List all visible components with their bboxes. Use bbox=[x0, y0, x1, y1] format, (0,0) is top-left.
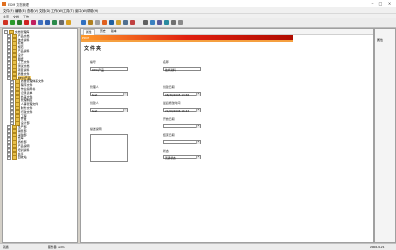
settings-icon[interactable] bbox=[178, 20, 183, 25]
maximize-icon[interactable]: □ bbox=[377, 1, 384, 6]
code-label: 编号 bbox=[90, 60, 96, 64]
manager-value: test bbox=[92, 93, 98, 97]
created-label: 创建日期 bbox=[163, 85, 175, 89]
expand-icon[interactable]: + bbox=[7, 155, 11, 160]
created-value: 08/30/2005 13:58 bbox=[165, 93, 190, 97]
lookup-icon[interactable]: … bbox=[122, 109, 127, 113]
lock-icon[interactable] bbox=[88, 20, 93, 25]
manager-field[interactable]: test … bbox=[90, 92, 128, 97]
description-textarea[interactable] bbox=[90, 134, 128, 162]
import-icon[interactable] bbox=[109, 20, 114, 25]
right-panel-label: 属性 bbox=[377, 38, 384, 42]
calendar-icon[interactable]: ▾ bbox=[195, 125, 200, 129]
code-field[interactable]: DECI产品 bbox=[90, 67, 128, 72]
creator-field[interactable]: test … bbox=[90, 108, 128, 113]
close-icon[interactable]: × bbox=[386, 1, 393, 6]
description-label: 描述说明 bbox=[90, 127, 102, 131]
start-label: 开始日期 bbox=[163, 117, 175, 121]
end-label: 结束日期 bbox=[163, 133, 175, 137]
flag-icon[interactable] bbox=[130, 20, 135, 25]
start-field[interactable]: ▾ bbox=[163, 124, 201, 129]
toolbar bbox=[0, 18, 396, 28]
folder-icon bbox=[11, 155, 17, 160]
end-field[interactable]: ▾ bbox=[163, 140, 201, 145]
mail-icon[interactable] bbox=[116, 20, 121, 25]
export-icon[interactable] bbox=[102, 20, 107, 25]
banner-logo: EDM bbox=[82, 35, 89, 40]
folder-icon[interactable] bbox=[66, 20, 71, 25]
calendar-icon[interactable]: ▾ bbox=[195, 93, 200, 97]
banner-underline bbox=[81, 40, 293, 42]
creator-value: test bbox=[92, 109, 98, 113]
content-pane: 属性 历史 版本 EDM 文件夹 编号 DECI产品 名称 技术资料 管理人 t… bbox=[80, 28, 374, 243]
modified-field[interactable]: 21/09/2006 16:43 ▾ bbox=[163, 108, 201, 113]
unlock-icon[interactable] bbox=[95, 20, 100, 25]
name-field[interactable]: 技术资料 bbox=[163, 67, 201, 72]
attach-icon[interactable] bbox=[143, 20, 148, 25]
code-value: DECI产品 bbox=[92, 68, 104, 72]
sort-icon[interactable] bbox=[164, 20, 169, 25]
tree-node[interactable]: + 回收站 bbox=[7, 155, 27, 160]
delete-icon[interactable] bbox=[24, 20, 29, 25]
check-icon[interactable] bbox=[17, 20, 22, 25]
view-icon[interactable] bbox=[157, 20, 162, 25]
copy-icon[interactable] bbox=[38, 20, 43, 25]
modified-label: 最后修改时间 bbox=[163, 101, 181, 105]
chevron-down-icon[interactable]: ▾ bbox=[195, 156, 200, 160]
tab-versions[interactable]: 版本 bbox=[109, 29, 119, 34]
name-label: 名称 bbox=[163, 60, 169, 64]
search-icon[interactable] bbox=[81, 20, 86, 25]
right-panel: 属性 bbox=[374, 28, 396, 243]
created-field[interactable]: 08/30/2005 13:58 ▾ bbox=[163, 92, 201, 97]
add-icon[interactable] bbox=[10, 20, 15, 25]
name-value: 技术资料 bbox=[165, 68, 176, 72]
app-icon bbox=[2, 1, 6, 6]
link-icon[interactable] bbox=[123, 20, 128, 25]
folder-tree: − 文档管理库 + 产品文档 + 技术资料 + 标准 + 规范 + 产品资料 + 设计 + 图纸 + 工艺文件 + 测… bbox=[2, 28, 78, 243]
manager-label: 管理人 bbox=[90, 85, 99, 89]
status-select[interactable]: 普通状态 ▾ bbox=[163, 155, 201, 160]
print-icon[interactable] bbox=[59, 20, 64, 25]
cut-icon[interactable] bbox=[31, 20, 36, 25]
paste-icon[interactable] bbox=[45, 20, 50, 25]
refresh-icon[interactable] bbox=[52, 20, 57, 25]
tab-history[interactable]: 历史 bbox=[98, 29, 108, 34]
calendar-icon[interactable]: ▾ bbox=[195, 109, 200, 113]
window-title: EDM 文档管理 bbox=[8, 2, 29, 7]
tree-node-label: 回收站 bbox=[17, 155, 27, 160]
modified-value: 21/09/2006 16:43 bbox=[165, 109, 190, 113]
help-icon[interactable] bbox=[150, 20, 155, 25]
filter-icon[interactable] bbox=[171, 20, 176, 25]
status-value: 普通状态 bbox=[165, 156, 176, 160]
new-icon[interactable] bbox=[3, 20, 8, 25]
calendar-icon[interactable]: ▾ bbox=[195, 141, 200, 145]
status-label: 状态 bbox=[163, 149, 169, 153]
minimize-icon[interactable]: – bbox=[369, 1, 376, 6]
creator-label: 创建人 bbox=[90, 101, 99, 105]
lookup-icon[interactable]: … bbox=[122, 93, 127, 97]
page-title: 文件夹 bbox=[84, 46, 103, 52]
